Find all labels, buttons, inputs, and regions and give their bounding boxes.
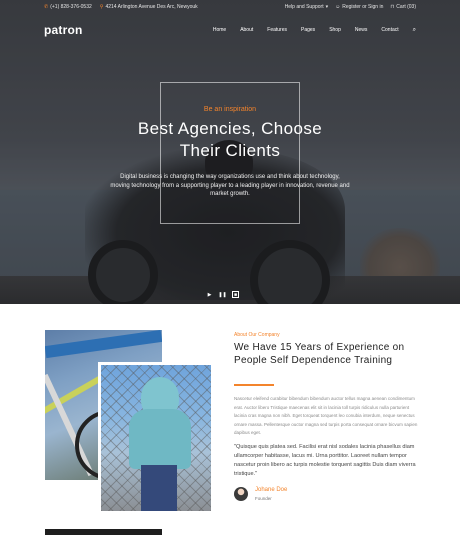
nav-pages[interactable]: Pages — [301, 27, 315, 33]
cart-label: Cart (03) — [396, 4, 416, 10]
about-image-person — [98, 362, 214, 514]
user-icon: ☺ — [335, 4, 341, 10]
phone-info[interactable]: ✆ (+1) 828-376-0532 — [44, 4, 92, 10]
author-card: Johane Doe Founder — [234, 487, 287, 501]
register-signin-label: Register or Sign in — [342, 4, 384, 10]
logo-text: patron — [44, 23, 83, 37]
nav-menu: Home About Features Pages Shop News Cont… — [199, 27, 416, 34]
pause-icon[interactable]: ❚❚ — [218, 291, 226, 298]
bag-icon: ⊓ — [390, 4, 395, 10]
about-kicker: About Our Company — [234, 332, 280, 338]
stop-icon[interactable]: ■ — [232, 291, 239, 298]
hero-description: Digital business is changing the way org… — [110, 174, 350, 198]
nav-contact[interactable]: Contact — [381, 27, 398, 33]
search-icon[interactable]: ⌕ — [413, 27, 416, 34]
about-title-underline — [234, 384, 274, 386]
nav-features[interactable]: Features — [267, 27, 287, 33]
next-section-image — [45, 529, 162, 535]
address-info: ⚲ 4214 Arlington Avenue Des Arc, Newyouk — [100, 4, 198, 10]
help-support-label: Help and Support — [284, 4, 324, 10]
nav-about[interactable]: About — [240, 27, 253, 33]
about-title: We Have 15 Years of Experience on People… — [234, 342, 405, 366]
chevron-down-icon: ▾ — [325, 4, 329, 10]
phone-text: (+1) 828-376-0532 — [50, 4, 92, 10]
person-jeans — [141, 465, 177, 511]
main-navbar: patron Home About Features Pages Shop Ne… — [0, 18, 460, 42]
hero-title: Best Agencies, Choose Their Clients — [0, 118, 460, 162]
about-quote: "Quisque quis platea sed. Facilisi erat … — [234, 444, 416, 477]
hero-title-line-1: Best Agencies, Choose — [137, 119, 323, 138]
hero-slider: ✆ (+1) 828-376-0532 ⚲ 4214 Arlington Ave… — [0, 0, 460, 304]
slider-controls: ▶ ❚❚ ■ — [206, 291, 239, 298]
bike-frame-blue — [45, 330, 162, 359]
about-paragraph: Nascetur eleifend curabitur bibendum bib… — [234, 396, 418, 435]
nav-home[interactable]: Home — [213, 27, 226, 33]
cart-link[interactable]: ⊓ Cart (03) — [390, 4, 416, 10]
author-role: Founder — [255, 496, 272, 501]
nav-shop[interactable]: Shop — [329, 27, 341, 33]
top-info-bar: ✆ (+1) 828-376-0532 ⚲ 4214 Arlington Ave… — [0, 0, 460, 14]
play-icon[interactable]: ▶ — [206, 291, 213, 298]
address-text: 4214 Arlington Avenue Des Arc, Newyouk — [105, 4, 198, 10]
map-pin-icon: ⚲ — [99, 4, 104, 10]
person-hoodie — [129, 409, 191, 469]
author-info: Johane Doe Founder — [255, 487, 287, 501]
site-logo[interactable]: patron — [44, 23, 83, 37]
author-name: Johane Doe — [255, 487, 288, 493]
help-support-dropdown[interactable]: Help and Support ▾ — [285, 4, 328, 10]
hero-title-line-2: Their Clients — [179, 141, 281, 160]
avatar — [234, 487, 248, 501]
register-signin-link[interactable]: ☺ Register or Sign in — [335, 4, 383, 10]
nav-news[interactable]: News — [355, 27, 368, 33]
hero-kicker: Be an inspiration — [203, 106, 257, 113]
phone-icon: ✆ — [44, 4, 49, 10]
